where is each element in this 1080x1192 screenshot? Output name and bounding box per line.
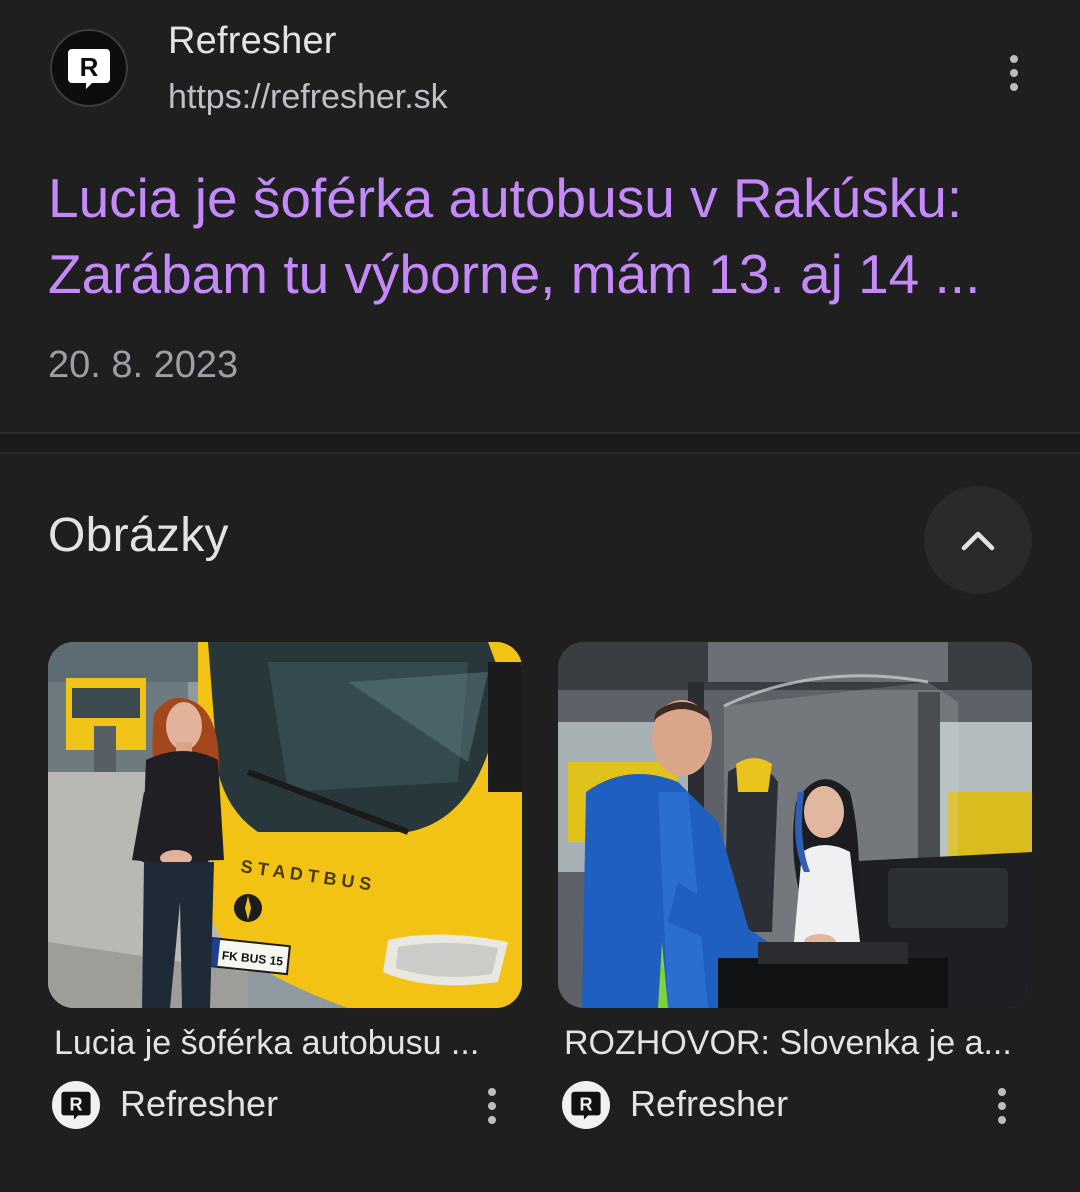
svg-text:R: R bbox=[579, 1095, 592, 1115]
images-section-heading: Obrázky bbox=[48, 509, 229, 562]
image-card-source: R Refresher bbox=[558, 1081, 1032, 1129]
image-card-source-name: Refresher bbox=[120, 1083, 279, 1124]
image-card-title[interactable]: ROZHOVOR: Slovenka je a... bbox=[558, 1024, 1032, 1063]
refresher-logo-icon: R bbox=[562, 1081, 610, 1129]
more-vertical-icon[interactable] bbox=[982, 1081, 1022, 1131]
image-thumbnail-interview[interactable] bbox=[558, 642, 1032, 1008]
site-name: Refresher bbox=[168, 20, 337, 62]
svg-text:R: R bbox=[80, 52, 99, 82]
refresher-logo-icon: R bbox=[52, 1081, 100, 1129]
chevron-up-icon bbox=[961, 531, 995, 551]
refresher-logo-icon: R bbox=[50, 29, 128, 107]
image-thumbnail-bus-driver[interactable]: S T A D T B U S FK BUS 15 bbox=[48, 642, 522, 1008]
result-date: 20. 8. 2023 bbox=[48, 344, 239, 386]
image-card-source-name: Refresher bbox=[630, 1083, 789, 1124]
result-source[interactable]: R Refresher https://refresher.sk bbox=[48, 20, 1038, 116]
section-divider bbox=[0, 432, 1080, 454]
more-vertical-icon[interactable] bbox=[472, 1081, 512, 1131]
result-title-link[interactable]: Lucia je šoférka autobusu v Rakúsku: Zar… bbox=[48, 160, 1048, 312]
more-vertical-icon[interactable] bbox=[994, 48, 1034, 98]
search-results-page: R Refresher https://refresher.sk Lucia j… bbox=[0, 0, 1080, 1192]
svg-text:R: R bbox=[69, 1095, 82, 1115]
result-title-line-2: Zarábam tu výborne, mám 13. aj 14 ... bbox=[48, 243, 981, 305]
image-card[interactable]: S T A D T B U S FK BUS 15 Lucia je šofér… bbox=[48, 642, 522, 1129]
image-card-title[interactable]: Lucia je šoférka autobusu ... bbox=[48, 1024, 522, 1063]
collapse-button[interactable] bbox=[924, 486, 1032, 594]
image-card-source: R Refresher bbox=[48, 1081, 522, 1129]
result-title-line-1: Lucia je šoférka autobusu v Rakúsku: bbox=[48, 167, 963, 229]
image-card[interactable]: ROZHOVOR: Slovenka je a... R Refresher bbox=[558, 642, 1032, 1129]
site-url: https://refresher.sk bbox=[168, 78, 448, 116]
